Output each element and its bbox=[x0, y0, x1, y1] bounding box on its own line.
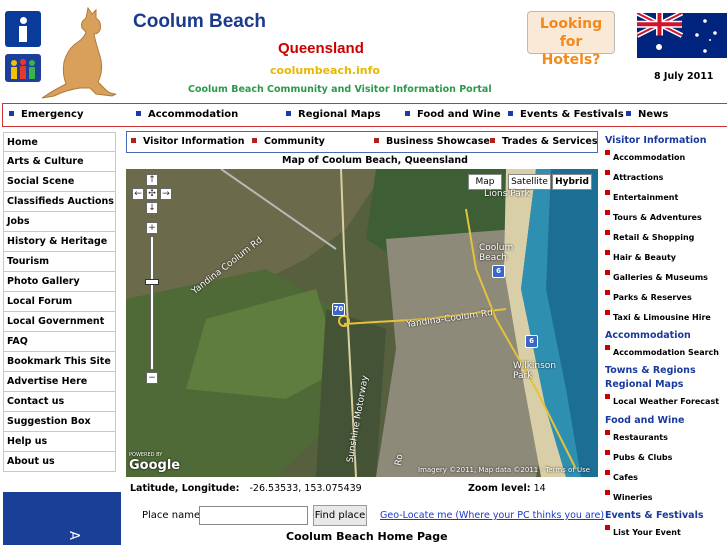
map-type-map[interactable]: Map bbox=[468, 174, 502, 190]
right-menu-item[interactable]: Entertainment bbox=[605, 190, 678, 202]
map-view[interactable]: Map Satellite Hybrid ↑ ← ✣ → ↓ + − Yandi… bbox=[126, 169, 598, 477]
hotels-button[interactable]: Looking for Hotels? bbox=[527, 11, 615, 68]
right-section-towns[interactable]: Towns & Regions bbox=[605, 365, 696, 376]
highway-shield: 6 bbox=[525, 335, 538, 348]
coordinates-readout: Latitude, Longitude: -26.53533, 153.07543… bbox=[130, 483, 362, 494]
right-menu-item[interactable]: List Your Event bbox=[605, 525, 681, 537]
right-menu-item[interactable]: Accommodation Search bbox=[605, 345, 719, 357]
zoom-value: 14 bbox=[533, 483, 546, 494]
left-menu-item[interactable]: Help us bbox=[3, 432, 116, 452]
right-menu-item[interactable]: Restaurants bbox=[605, 430, 668, 442]
coords-label: Latitude, Longitude: bbox=[130, 483, 240, 494]
right-menu-item[interactable]: Hair & Beauty bbox=[605, 250, 676, 262]
nav-accommodation[interactable]: Accommodation bbox=[136, 109, 238, 120]
map-title: Map of Coolum Beach, Queensland bbox=[282, 155, 468, 166]
subnav-visitor-information[interactable]: Visitor Information bbox=[131, 136, 244, 147]
left-menu-item[interactable]: Contact us bbox=[3, 392, 116, 412]
subnav-business-showcase[interactable]: Business Showcase bbox=[374, 136, 490, 147]
zoom-slider-handle[interactable] bbox=[145, 279, 159, 285]
nav-emergency[interactable]: Emergency bbox=[9, 109, 83, 120]
right-menu-item[interactable]: Taxi & Limousine Hire bbox=[605, 310, 711, 322]
right-section-events[interactable]: Events & Festivals bbox=[605, 510, 704, 521]
right-section-visitor[interactable]: Visitor Information bbox=[605, 135, 706, 146]
right-menu-item[interactable]: Retail & Shopping bbox=[605, 230, 694, 242]
state-name: Queensland bbox=[278, 40, 364, 57]
left-menu-item[interactable]: Jobs bbox=[3, 212, 116, 232]
left-menu-item[interactable]: Photo Gallery bbox=[3, 272, 116, 292]
right-section-accommodation[interactable]: Accommodation bbox=[605, 330, 691, 341]
pan-center-icon[interactable]: ✣ bbox=[146, 188, 158, 200]
right-section-maps[interactable]: Regional Maps bbox=[605, 379, 683, 390]
town-label: Coolum Beach bbox=[479, 243, 514, 263]
left-menu-item[interactable]: Local Government bbox=[3, 312, 116, 332]
right-menu-item[interactable]: Cafes bbox=[605, 470, 638, 482]
highway-shield: 6 bbox=[492, 265, 505, 278]
park-label: Lions Park bbox=[484, 189, 530, 199]
satellite-imagery bbox=[126, 169, 598, 477]
left-menu-item[interactable]: FAQ bbox=[3, 332, 116, 352]
subnav-community[interactable]: Community bbox=[252, 136, 325, 147]
right-menu-item[interactable]: Pubs & Clubs bbox=[605, 450, 672, 462]
left-menu-item[interactable]: Classifieds Auctions bbox=[3, 192, 116, 212]
zoom-readout: Zoom level: 14 bbox=[468, 483, 546, 494]
map-copyright[interactable]: Imagery ©2011, Map data ©2011 - Terms of… bbox=[418, 466, 590, 474]
park-label: Wilkinson Park bbox=[513, 361, 557, 381]
left-menu-item[interactable]: History & Heritage bbox=[3, 232, 116, 252]
kangaroo-logo bbox=[41, 6, 117, 99]
left-menu-item[interactable]: Tourism bbox=[3, 252, 116, 272]
visitor-people-icon[interactable] bbox=[5, 54, 41, 82]
nav-events-festivals[interactable]: Events & Festivals bbox=[508, 109, 624, 120]
left-menu-item[interactable]: Social Scene bbox=[3, 172, 116, 192]
place-name-input[interactable] bbox=[199, 506, 308, 525]
road-label: Ro bbox=[393, 453, 406, 467]
left-menu-item[interactable]: Bookmark This Site bbox=[3, 352, 116, 372]
nav-food-and-wine[interactable]: Food and Wine bbox=[405, 109, 501, 120]
site-title: Coolum Beach bbox=[133, 11, 267, 32]
coords-value: -26.53533, 153.075439 bbox=[249, 483, 362, 494]
secondary-navigation: Visitor Information Community Business S… bbox=[126, 131, 598, 153]
left-menu-item[interactable]: About us bbox=[3, 452, 116, 472]
map-type-satellite[interactable]: Satellite bbox=[508, 174, 551, 190]
right-menu-item[interactable]: Local Weather Forecast bbox=[605, 394, 719, 406]
page-heading: Coolum Beach Home Page bbox=[286, 530, 448, 543]
top-navigation: Emergency Accommodation Regional Maps Fo… bbox=[2, 103, 727, 127]
site-tagline: Coolum Beach Community and Visitor Infor… bbox=[188, 84, 492, 95]
google-logo[interactable]: Google bbox=[129, 458, 180, 473]
left-menu-item[interactable]: Advertise Here bbox=[3, 372, 116, 392]
right-section-food[interactable]: Food and Wine bbox=[605, 415, 685, 426]
pan-right-icon[interactable]: → bbox=[160, 188, 172, 200]
left-menu-item[interactable]: Arts & Culture bbox=[3, 152, 116, 172]
right-menu: Visitor Information Accommodation Attrac… bbox=[604, 135, 727, 545]
pan-up-icon[interactable]: ↑ bbox=[146, 174, 158, 186]
zoom-out-icon[interactable]: − bbox=[146, 372, 158, 384]
place-name-label: Place name: bbox=[142, 510, 204, 521]
right-menu-item[interactable]: Wineries bbox=[605, 490, 653, 502]
nav-news[interactable]: News bbox=[626, 109, 668, 120]
site-domain: coolumbeach.info bbox=[270, 64, 380, 77]
info-icon[interactable] bbox=[5, 11, 41, 47]
zoom-slider-track[interactable] bbox=[150, 236, 154, 370]
left-menu: Home Arts & Culture Social Scene Classif… bbox=[3, 132, 116, 472]
right-menu-item[interactable]: Attractions bbox=[605, 170, 663, 182]
australia-flag-icon bbox=[637, 13, 727, 58]
left-menu-item[interactable]: Local Forum bbox=[3, 292, 116, 312]
zoom-in-icon[interactable]: + bbox=[146, 222, 158, 234]
pan-left-icon[interactable]: ← bbox=[132, 188, 144, 200]
pan-down-icon[interactable]: ↓ bbox=[146, 202, 158, 214]
zoom-label: Zoom level: bbox=[468, 483, 531, 494]
nav-regional-maps[interactable]: Regional Maps bbox=[286, 109, 381, 120]
geo-locate-link[interactable]: Geo-Locate me (Where your PC thinks you … bbox=[380, 510, 604, 521]
right-menu-item[interactable]: Accommodation bbox=[605, 150, 685, 162]
current-date: 8 July 2011 bbox=[654, 71, 714, 82]
highway-shield: 70 bbox=[332, 303, 345, 316]
left-menu-item[interactable]: Suggestion Box bbox=[3, 412, 116, 432]
left-menu-item[interactable]: Home bbox=[3, 132, 116, 152]
map-type-hybrid[interactable]: Hybrid bbox=[552, 174, 592, 190]
subnav-trades-services[interactable]: Trades & Services bbox=[490, 136, 597, 147]
side-banner[interactable]: A bbox=[3, 492, 121, 545]
right-menu-item[interactable]: Parks & Reserves bbox=[605, 290, 692, 302]
find-place-button[interactable]: Find place bbox=[313, 505, 367, 526]
right-menu-item[interactable]: Tours & Adventures bbox=[605, 210, 702, 222]
right-menu-item[interactable]: Galleries & Museums bbox=[605, 270, 708, 282]
